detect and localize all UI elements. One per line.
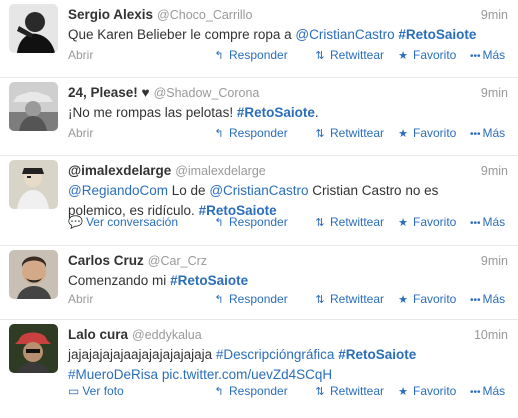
expand-link[interactable]: Abrir	[68, 124, 93, 142]
tweet-handle[interactable]: @Shadow_Corona	[154, 86, 260, 100]
avatar[interactable]	[9, 324, 58, 373]
view-photo-link[interactable]: ▭ Ver foto	[68, 382, 124, 400]
more-dots-icon: •••	[470, 387, 481, 398]
reply-button[interactable]: ↰ Responder	[212, 46, 287, 65]
star-icon: ★	[398, 50, 408, 62]
mention-link[interactable]: #Descripcióngráfica	[216, 347, 335, 362]
hashtag-link[interactable]: #RetoSaiote	[338, 347, 416, 362]
more-button[interactable]: ••• Más	[470, 124, 505, 144]
tweet-fullname[interactable]: Lalo cura	[68, 327, 128, 342]
tweet-text: Comenzando mi #RetoSaiote	[68, 271, 498, 291]
mention-link[interactable]: @CristianCastro	[295, 27, 394, 42]
reply-arrow-icon: ↰	[214, 128, 224, 140]
tweet-text-segment: Lo de	[168, 183, 210, 198]
tweet-timestamp[interactable]: 9min	[481, 6, 508, 24]
more-button[interactable]: ••• Más	[470, 46, 505, 66]
tweet-actions: ▭ Ver foto ↰ Responder ⇅ Retwittear ★ Favori…	[68, 382, 508, 400]
star-icon: ★	[398, 128, 408, 140]
tweet-actions: Abrir ↰ Responder ⇅ Retwittear ★ Favorito •…	[68, 290, 508, 308]
more-button[interactable]: ••• Más	[470, 290, 505, 310]
reply-button[interactable]: ↰ Responder	[212, 290, 287, 309]
tweet-timestamp[interactable]: 9min	[481, 252, 508, 270]
tweet-text-segment: Comenzando mi	[68, 273, 171, 288]
retweet-icon: ⇅	[315, 386, 325, 398]
tweet-timestamp[interactable]: 10min	[474, 326, 508, 344]
tweet-item[interactable]: Lalo cura @eddykalua 10min jajajajajajaaj…	[0, 320, 518, 418]
tweet-text-segment: jajajajajajaajajajajajajaja	[68, 347, 216, 362]
avatar[interactable]	[9, 4, 58, 53]
tweet-fullname[interactable]: 24, Please! ♥	[68, 85, 150, 100]
mention-link[interactable]: @CristianCastro	[209, 183, 308, 198]
reply-arrow-icon: ↰	[214, 386, 224, 398]
reply-button[interactable]: ↰ Responder	[212, 382, 287, 401]
star-icon: ★	[398, 386, 408, 398]
tweet-timestamp[interactable]: 9min	[481, 162, 508, 180]
tweet-handle[interactable]: @imalexdelarge	[175, 164, 266, 178]
tweet-item[interactable]: Carlos Cruz @Car_Crz 9min Comenzando mi #…	[0, 246, 518, 320]
favorite-button[interactable]: ★ Favorito	[396, 46, 456, 65]
retweet-button[interactable]: ⇅ Retwittear	[313, 290, 384, 309]
mention-link[interactable]: @RegiandoCom	[68, 183, 168, 198]
retweet-icon: ⇅	[315, 50, 325, 62]
retweet-button[interactable]: ⇅ Retwittear	[313, 124, 384, 143]
more-dots-icon: •••	[470, 218, 481, 229]
retweet-button[interactable]: ⇅ Retwittear	[313, 213, 384, 232]
avatar[interactable]	[9, 160, 58, 209]
star-icon: ★	[398, 217, 408, 229]
favorite-button[interactable]: ★ Favorito	[396, 213, 456, 232]
tweet-text-segment: .	[314, 105, 319, 120]
tweet-actions: Abrir ↰ Responder ⇅ Retwittear ★ Favorito •…	[68, 46, 508, 64]
tweet-text: Que Karen Belieber le compre ropa a @Cri…	[68, 25, 498, 45]
tweet-fullname[interactable]: Sergio Alexis	[68, 7, 153, 22]
expand-link[interactable]: Abrir	[68, 46, 93, 64]
mention-link[interactable]: pic.twitter.com/uevZd4SCqH	[162, 367, 332, 382]
reply-button[interactable]: ↰ Responder	[212, 213, 287, 232]
more-button[interactable]: ••• Más	[470, 213, 505, 233]
hashtag-link[interactable]: #RetoSaiote	[237, 105, 315, 120]
more-dots-icon: •••	[470, 129, 481, 140]
retweet-icon: ⇅	[315, 294, 325, 306]
retweet-button[interactable]: ⇅ Retwittear	[313, 382, 384, 401]
reply-button[interactable]: ↰ Responder	[212, 124, 287, 143]
photo-icon: ▭	[68, 384, 80, 398]
retweet-icon: ⇅	[315, 217, 325, 229]
tweet-actions: 💬 Ver conversación ↰ Responder ⇅ Retwittear…	[68, 213, 508, 231]
tweet-timeline: Sergio Alexis @Choco_Carrillo 9min Que Ka…	[0, 0, 518, 418]
hashtag-link[interactable]: #RetoSaiote	[398, 27, 476, 42]
favorite-button[interactable]: ★ Favorito	[396, 290, 456, 309]
tweet-handle[interactable]: @Car_Crz	[148, 254, 207, 268]
avatar[interactable]	[9, 82, 58, 131]
favorite-button[interactable]: ★ Favorito	[396, 124, 456, 143]
hashtag-link[interactable]: #RetoSaiote	[170, 273, 248, 288]
tweet-fullname[interactable]: Carlos Cruz	[68, 253, 144, 268]
view-conversation-link[interactable]: 💬 Ver conversación	[68, 213, 178, 231]
favorite-button[interactable]: ★ Favorito	[396, 382, 456, 401]
tweet-text: ¡No me rompas las pelotas! #RetoSaiote.	[68, 103, 498, 123]
tweet-text-segment: ¡No me rompas las pelotas!	[68, 105, 237, 120]
tweet-handle[interactable]: @eddykalua	[132, 328, 202, 342]
tweet-actions: Abrir ↰ Responder ⇅ Retwittear ★ Favorito •…	[68, 124, 508, 142]
mention-link[interactable]: #MueroDeRisa	[68, 367, 158, 382]
more-dots-icon: •••	[470, 51, 481, 62]
tweet-timestamp[interactable]: 9min	[481, 84, 508, 102]
reply-arrow-icon: ↰	[214, 294, 224, 306]
speech-bubble-icon: 💬	[68, 215, 83, 229]
tweet-item[interactable]: Sergio Alexis @Choco_Carrillo 9min Que Ka…	[0, 0, 518, 78]
reply-arrow-icon: ↰	[214, 50, 224, 62]
reply-arrow-icon: ↰	[214, 217, 224, 229]
tweet-handle[interactable]: @Choco_Carrillo	[157, 8, 252, 22]
tweet-item[interactable]: 24, Please! ♥ @Shadow_Corona 9min ¡No me …	[0, 78, 518, 156]
more-button[interactable]: ••• Más	[470, 382, 505, 402]
star-icon: ★	[398, 294, 408, 306]
expand-link[interactable]: Abrir	[68, 290, 93, 308]
retweet-icon: ⇅	[315, 128, 325, 140]
tweet-text: jajajajajajaajajajajajajaja #Descripción…	[68, 345, 498, 385]
tweet-fullname[interactable]: @imalexdelarge	[68, 163, 171, 178]
tweet-item[interactable]: @imalexdelarge @imalexdelarge 9min @Regia…	[0, 156, 518, 246]
retweet-button[interactable]: ⇅ Retwittear	[313, 46, 384, 65]
more-dots-icon: •••	[470, 295, 481, 306]
avatar[interactable]	[9, 250, 58, 299]
tweet-text-segment: Que Karen Belieber le compre ropa a	[68, 27, 296, 42]
